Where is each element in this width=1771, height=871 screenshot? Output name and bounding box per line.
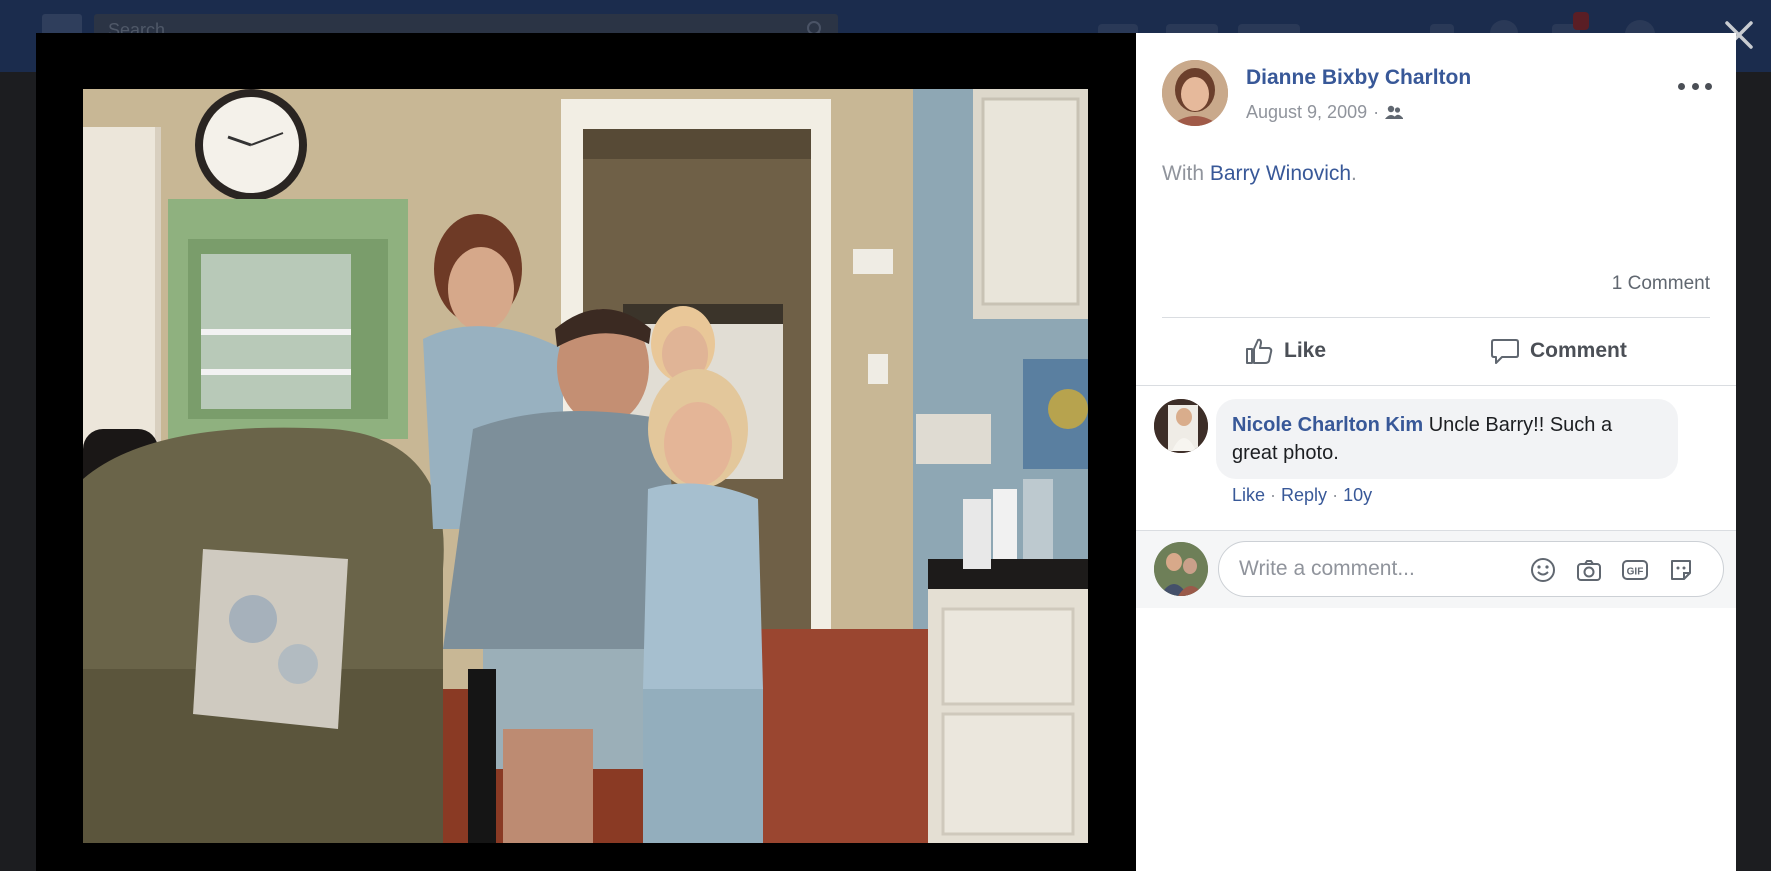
comment-reply-link[interactable]: Reply xyxy=(1281,485,1327,505)
post-meta: August 9, 2009 · xyxy=(1246,102,1404,123)
comment-age-link[interactable]: 10y xyxy=(1343,485,1372,505)
comment-action-separator: · xyxy=(1265,485,1282,505)
write-comment-placeholder: Write a comment... xyxy=(1239,557,1415,580)
post-photo[interactable] xyxy=(83,89,1088,843)
photo-stage xyxy=(36,33,1136,871)
comment-item: Nicole Charlton Kim Uncle Barry!! Such a… xyxy=(1154,399,1736,515)
sticker-icon[interactable] xyxy=(1667,556,1695,584)
comment-action-separator: · xyxy=(1327,485,1344,505)
comment-button-label: Comment xyxy=(1530,339,1627,362)
author-avatar[interactable] xyxy=(1162,60,1228,126)
photo-image xyxy=(83,89,1088,843)
more-dot-icon xyxy=(1691,82,1699,90)
like-button[interactable]: Like xyxy=(1244,329,1326,373)
divider xyxy=(1136,385,1736,386)
author-name-link[interactable]: Dianne Bixby Charlton xyxy=(1246,66,1471,90)
divider xyxy=(1162,317,1710,318)
emoji-icon[interactable] xyxy=(1529,556,1557,584)
comment-actions: Like · Reply · 10y xyxy=(1232,485,1372,506)
with-prefix: With xyxy=(1162,162,1210,185)
tagged-line: With Barry Winovich. xyxy=(1162,162,1357,186)
svg-text:GIF: GIF xyxy=(1627,567,1644,578)
comment-author-link[interactable]: Nicole Charlton Kim xyxy=(1232,414,1423,436)
write-comment-input[interactable]: Write a comment... GIF xyxy=(1218,541,1724,597)
comment-button[interactable]: Comment xyxy=(1490,329,1627,373)
gif-icon[interactable]: GIF xyxy=(1621,556,1649,584)
like-button-label: Like xyxy=(1284,339,1327,362)
comment-composer: Write a comment... GIF xyxy=(1136,530,1736,608)
camera-icon[interactable] xyxy=(1575,556,1603,584)
more-options-button[interactable] xyxy=(1678,76,1712,96)
comment-bubble-icon xyxy=(1491,339,1519,364)
current-user-avatar xyxy=(1154,542,1208,596)
with-suffix: . xyxy=(1351,162,1357,185)
notification-badge xyxy=(1573,12,1589,30)
post-header: Dianne Bixby Charlton August 9, 2009 · xyxy=(1162,60,1736,130)
comment-like-link[interactable]: Like xyxy=(1232,485,1265,505)
meta-separator: · xyxy=(1373,102,1380,122)
more-dot-icon xyxy=(1678,82,1685,90)
more-dot-icon xyxy=(1705,82,1712,90)
tagged-person-link[interactable]: Barry Winovich xyxy=(1210,162,1351,185)
post-side-panel: Dianne Bixby Charlton August 9, 2009 · W… xyxy=(1136,33,1736,871)
thumbs-up-icon xyxy=(1246,338,1273,364)
commenter-avatar[interactable] xyxy=(1154,399,1208,453)
post-action-bar: Like Comment xyxy=(1162,323,1710,381)
post-date-link[interactable]: August 9, 2009 xyxy=(1246,102,1367,123)
comment-bubble: Nicole Charlton Kim Uncle Barry!! Such a… xyxy=(1216,399,1678,479)
friends-icon[interactable] xyxy=(1385,105,1404,121)
comment-count-link[interactable]: 1 Comment xyxy=(1612,273,1710,295)
